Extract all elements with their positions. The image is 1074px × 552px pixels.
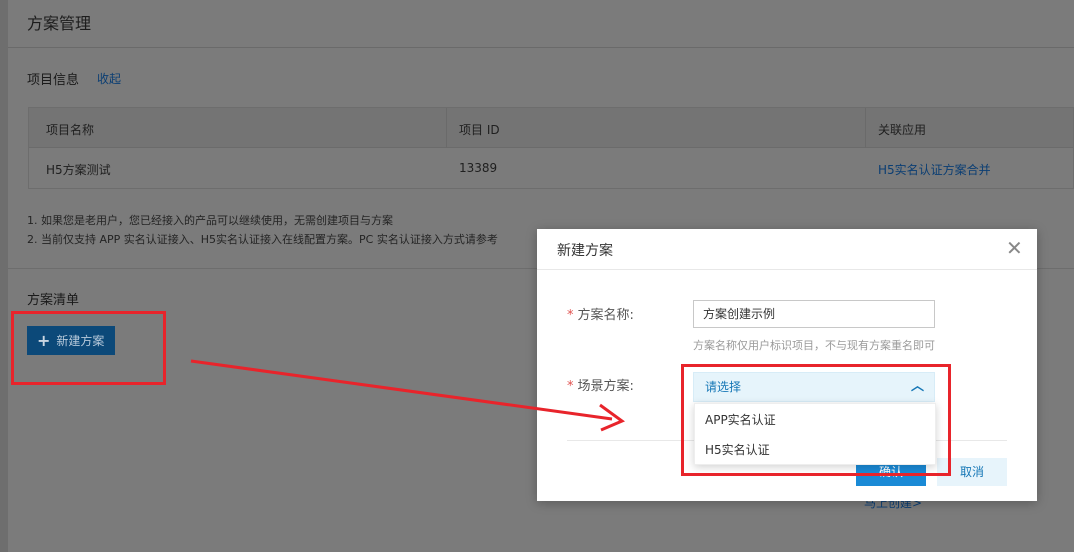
annotation-arrow [190, 359, 626, 432]
annotation-arrow-line [190, 359, 613, 421]
